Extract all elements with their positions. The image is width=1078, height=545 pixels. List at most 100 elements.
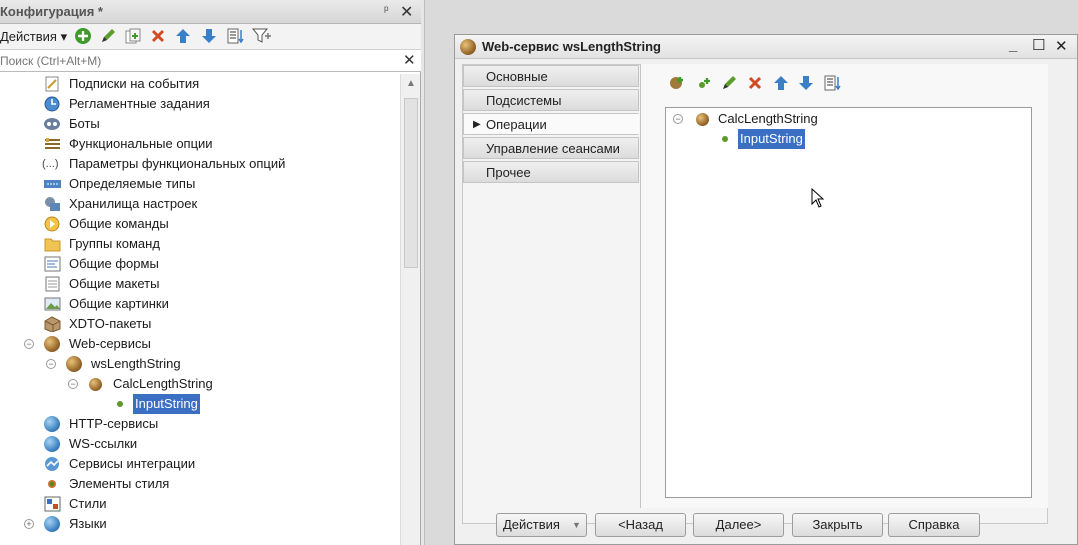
tree-item-xdto-packages[interactable]: XDTO-пакеты [0, 314, 400, 334]
dropdown-arrow-icon: ▼ [572, 520, 581, 530]
collapse-icon[interactable]: − [673, 114, 683, 124]
dialog-title: Web-сервис wsLengthString [482, 39, 661, 54]
minimize-button[interactable]: _ [1009, 37, 1017, 54]
tree-item-label: Хранилища настроек [69, 196, 198, 211]
tree-item-styles[interactable]: Стили [0, 494, 400, 514]
tree-item-common-templates[interactable]: Общие макеты [0, 274, 400, 294]
tree-item-command-groups[interactable]: Группы команд [0, 234, 400, 254]
http-icon [44, 416, 60, 432]
web-service-icon [460, 39, 476, 55]
dialog-actions-button[interactable]: Действия ▼ [496, 513, 587, 537]
tree-item-label: Языки [69, 516, 107, 531]
parameter-row[interactable]: InputString [666, 129, 1031, 149]
actions-menu[interactable]: Действия ▾ [0, 29, 67, 45]
ws-link-icon [44, 436, 60, 452]
tree-item-functional-options-params[interactable]: (...) Параметры функциональных опций [0, 154, 400, 174]
search-input[interactable] [0, 51, 395, 70]
tab-label: Операции [486, 117, 547, 132]
picture-icon [44, 296, 61, 312]
tree-item-defined-types[interactable]: Определяемые типы [0, 174, 400, 194]
language-icon [44, 516, 60, 532]
collapse-icon[interactable]: − [68, 379, 78, 389]
style-element-icon [46, 476, 63, 492]
tree-item-scheduled-jobs[interactable]: Регламентные задания [0, 94, 400, 114]
tab-main[interactable]: Основные [463, 65, 639, 87]
tree-item-integration-services[interactable]: Сервисы интеграции [0, 454, 400, 474]
defined-types-icon [44, 176, 61, 192]
sort-icon[interactable] [225, 27, 245, 47]
tab-session-management[interactable]: Управление сеансами [463, 137, 639, 159]
tree-item-web-services[interactable]: − Web-сервисы [0, 334, 400, 354]
configuration-tree: Подписки на события Регламентные задания… [0, 74, 400, 545]
tree-item-calclengthstring[interactable]: − CalcLengthString [0, 374, 400, 394]
delete-icon[interactable] [745, 74, 765, 94]
tree-item-label: Регламентные задания [69, 96, 210, 111]
tree-item-label: Стили [69, 496, 107, 511]
tree-item-http-services[interactable]: HTTP-сервисы [0, 414, 400, 434]
dialog-titlebar: Web-сервис wsLengthString _ ☐ ✕ [455, 35, 1077, 59]
edit-icon[interactable] [98, 27, 118, 47]
tree-scrollbar[interactable]: ▲ [400, 74, 420, 545]
tree-item-ws-links[interactable]: WS-ссылки [0, 434, 400, 454]
scroll-thumb[interactable] [404, 98, 418, 268]
pin-icon[interactable]: ᵖ [384, 3, 389, 17]
clock-icon [44, 96, 61, 112]
operations-tree[interactable]: − CalcLengthString InputString [665, 107, 1032, 498]
tree-item-label: HTTP-сервисы [69, 416, 159, 431]
tree-item-label: Группы команд [69, 236, 160, 251]
command-icon [44, 216, 61, 232]
move-up-icon[interactable] [771, 74, 791, 94]
tree-item-bots[interactable]: Боты [0, 114, 400, 134]
close-button[interactable]: Закрыть [792, 513, 883, 537]
tree-item-common-commands[interactable]: Общие команды [0, 214, 400, 234]
move-up-icon[interactable] [173, 27, 193, 47]
move-down-icon[interactable] [796, 74, 816, 94]
tree-item-label: Параметры функциональных опций [69, 156, 286, 171]
scroll-up-icon[interactable]: ▲ [406, 78, 416, 89]
tree-item-event-subscriptions[interactable]: Подписки на события [0, 74, 400, 94]
tree-item-label: CalcLengthString [113, 376, 213, 391]
tab-subsystems[interactable]: Подсистемы [463, 89, 639, 111]
tree-item-label: Сервисы интеграции [69, 456, 196, 471]
close-dialog-button[interactable]: ✕ [1055, 37, 1068, 55]
clear-search-button[interactable]: ✕ [403, 51, 416, 69]
edit-icon[interactable] [719, 74, 739, 94]
add-parameter-icon[interactable] [694, 74, 714, 94]
expand-icon[interactable]: + [24, 519, 34, 529]
filter-icon[interactable] [251, 27, 272, 47]
help-button[interactable]: Справка [888, 513, 980, 537]
tree-item-wslengthstring[interactable]: − wsLengthString [0, 354, 400, 374]
add-icon[interactable] [73, 27, 93, 47]
tree-item-label: Общие картинки [69, 296, 169, 311]
tree-item-label: Боты [69, 116, 100, 131]
add-operation-icon[interactable] [668, 74, 688, 94]
back-button[interactable]: <Назад [595, 513, 686, 537]
tree-item-label: XDTO-пакеты [69, 316, 152, 331]
parameter-icon [117, 401, 123, 407]
tree-item-languages[interactable]: + Языки [0, 514, 400, 534]
move-down-icon[interactable] [199, 27, 219, 47]
sort-icon[interactable] [822, 74, 842, 94]
template-icon [44, 276, 61, 292]
tree-item-inputstring[interactable]: InputString [0, 394, 400, 414]
collapse-icon[interactable]: − [46, 359, 56, 369]
tab-other[interactable]: Прочее [463, 161, 639, 183]
tree-item-common-forms[interactable]: Общие формы [0, 254, 400, 274]
tree-item-label: Элементы стиля [69, 476, 170, 491]
next-button[interactable]: Далее> [693, 513, 784, 537]
collapse-icon[interactable]: − [24, 339, 34, 349]
copy-icon[interactable] [123, 27, 143, 47]
tab-operations[interactable]: ▶ Операции [463, 113, 639, 135]
operation-row[interactable]: − CalcLengthString [666, 109, 1031, 129]
active-tab-arrow-icon: ▶ [473, 119, 481, 130]
tree-item-common-pictures[interactable]: Общие картинки [0, 294, 400, 314]
style-icon [44, 496, 61, 512]
tree-item-functional-options[interactable]: Функциональные опции [0, 134, 400, 154]
tree-item-label: wsLengthString [91, 356, 181, 371]
tree-item-settings-storages[interactable]: Хранилища настроек [0, 194, 400, 214]
maximize-button[interactable]: ☐ [1032, 36, 1045, 54]
delete-icon[interactable] [148, 27, 168, 47]
integration-icon [44, 456, 61, 472]
tree-item-style-elements[interactable]: Элементы стиля [0, 474, 400, 494]
close-panel-button[interactable]: ✕ [400, 2, 413, 22]
